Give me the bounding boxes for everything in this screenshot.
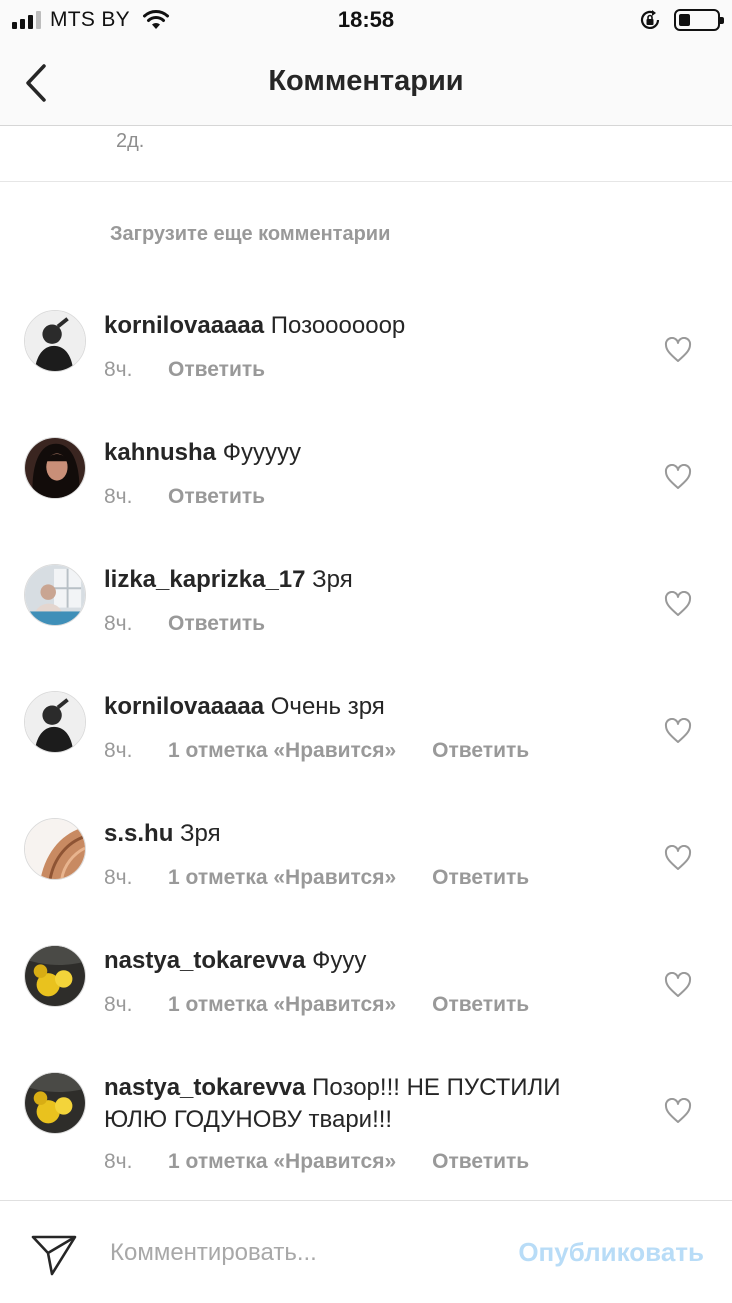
direct-send-icon[interactable] — [30, 1231, 78, 1277]
heart-icon[interactable] — [664, 1098, 692, 1124]
heart-icon[interactable] — [664, 337, 692, 363]
comment-username[interactable]: nastya_tokarevva — [104, 1074, 305, 1101]
comment-time: 8ч. — [104, 358, 133, 381]
status-right — [638, 8, 724, 32]
comment-body: lizka_kaprizka_17 Зря — [104, 564, 624, 596]
portrait-dark-hood-icon — [25, 692, 85, 752]
photo-window-icon — [25, 565, 85, 625]
comment-meta: 8ч. 1 отметка «Нравится» Ответить — [104, 993, 529, 1017]
heart-icon[interactable] — [664, 591, 692, 617]
yellow-flowers-icon — [25, 946, 85, 1006]
battery-nub — [720, 17, 724, 24]
likes-count[interactable]: 1 отметка «Нравится» — [168, 739, 396, 763]
comment-meta: 8ч. 1 отметка «Нравится» Ответить — [104, 1150, 529, 1174]
comment-username[interactable]: s.s.hu — [104, 820, 173, 847]
likes-count[interactable]: 1 отметка «Нравится» — [168, 993, 396, 1017]
nav-bar: Комментарии — [0, 40, 732, 126]
publish-button[interactable]: Опубликовать — [518, 1237, 704, 1268]
avatar[interactable] — [24, 945, 86, 1007]
reply-button[interactable]: Ответить — [168, 358, 265, 382]
comment-time: 8ч. — [104, 739, 133, 762]
portrait-dark-hood-icon — [25, 311, 85, 371]
comment-username[interactable]: kornilovaaaaa — [104, 693, 264, 720]
comment-meta: 8ч. Ответить — [104, 612, 265, 636]
reply-button[interactable]: Ответить — [168, 485, 265, 509]
comment-message: Фууууу — [222, 439, 301, 466]
reply-button[interactable]: Ответить — [168, 612, 265, 636]
reply-button[interactable]: Ответить — [432, 1150, 529, 1174]
reply-button[interactable]: Ответить — [432, 993, 529, 1017]
page-title: Комментарии — [268, 65, 464, 97]
comment-time: 8ч. — [104, 1150, 133, 1173]
comment-meta: 8ч. Ответить — [104, 358, 265, 382]
comment-message: Зря — [312, 566, 353, 593]
comment-message: Фууу — [312, 947, 367, 974]
avatar[interactable] — [24, 564, 86, 626]
comment-body: s.s.hu Зря — [104, 818, 624, 850]
battery-fill — [679, 14, 690, 26]
comment-time: 8ч. — [104, 993, 133, 1016]
comment-composer: Опубликовать — [0, 1200, 732, 1303]
comment-meta: 8ч. 1 отметка «Нравится» Ответить — [104, 739, 529, 763]
likes-count[interactable]: 1 отметка «Нравится» — [168, 1150, 396, 1174]
avatar[interactable] — [24, 310, 86, 372]
portrait-dark-hair-icon — [25, 438, 85, 498]
battery-icon — [674, 9, 724, 31]
avatar[interactable] — [24, 691, 86, 753]
comment-body: kornilovaaaaa Очень зря — [104, 691, 624, 723]
comment-meta: 8ч. Ответить — [104, 485, 265, 509]
comment-username[interactable]: nastya_tokarevva — [104, 947, 305, 974]
likes-count[interactable]: 1 отметка «Нравится» — [168, 866, 396, 890]
heart-icon[interactable] — [664, 718, 692, 744]
comment-message: Зря — [180, 820, 221, 847]
status-bar: MTS BY 18:58 — [0, 0, 732, 40]
avatar[interactable] — [24, 437, 86, 499]
hair-photo-icon — [25, 819, 85, 879]
rotation-lock-icon — [640, 10, 660, 29]
comment-time: 8ч. — [104, 485, 133, 508]
comment-time: 8ч. — [104, 612, 133, 635]
comment-username[interactable]: kornilovaaaaa — [104, 312, 264, 339]
comment-username[interactable]: lizka_kaprizka_17 — [104, 566, 305, 593]
comment-body: kornilovaaaaa Позоооооор — [104, 310, 624, 342]
load-more-comments-button[interactable]: Загрузите еще комментарии — [110, 223, 390, 246]
comment-body: kahnusha Фууууу — [104, 437, 624, 469]
comment-message: Позоооооор — [270, 312, 406, 339]
heart-icon[interactable] — [664, 845, 692, 871]
yellow-flowers-icon — [25, 1073, 85, 1133]
avatar[interactable] — [24, 818, 86, 880]
comment-input[interactable] — [110, 1233, 470, 1273]
reply-button[interactable]: Ответить — [432, 866, 529, 890]
comment-time: 8ч. — [104, 866, 133, 889]
status-time: 18:58 — [337, 7, 395, 32]
reply-button[interactable]: Ответить — [432, 739, 529, 763]
comment-body: nastya_tokarevva Фууу — [104, 945, 624, 977]
avatar[interactable] — [24, 1072, 86, 1134]
comment-body: nastya_tokarevva Позор!!! НЕ ПУСТИЛИ ЮЛЮ… — [104, 1072, 604, 1136]
comment-username[interactable]: kahnusha — [104, 439, 216, 466]
heart-icon[interactable] — [664, 464, 692, 490]
caption-timestamp: 2д. — [116, 130, 145, 152]
heart-icon[interactable] — [664, 972, 692, 998]
divider — [0, 181, 732, 182]
comment-meta: 8ч. 1 отметка «Нравится» Ответить — [104, 866, 529, 890]
comment-message: Очень зря — [270, 693, 385, 720]
